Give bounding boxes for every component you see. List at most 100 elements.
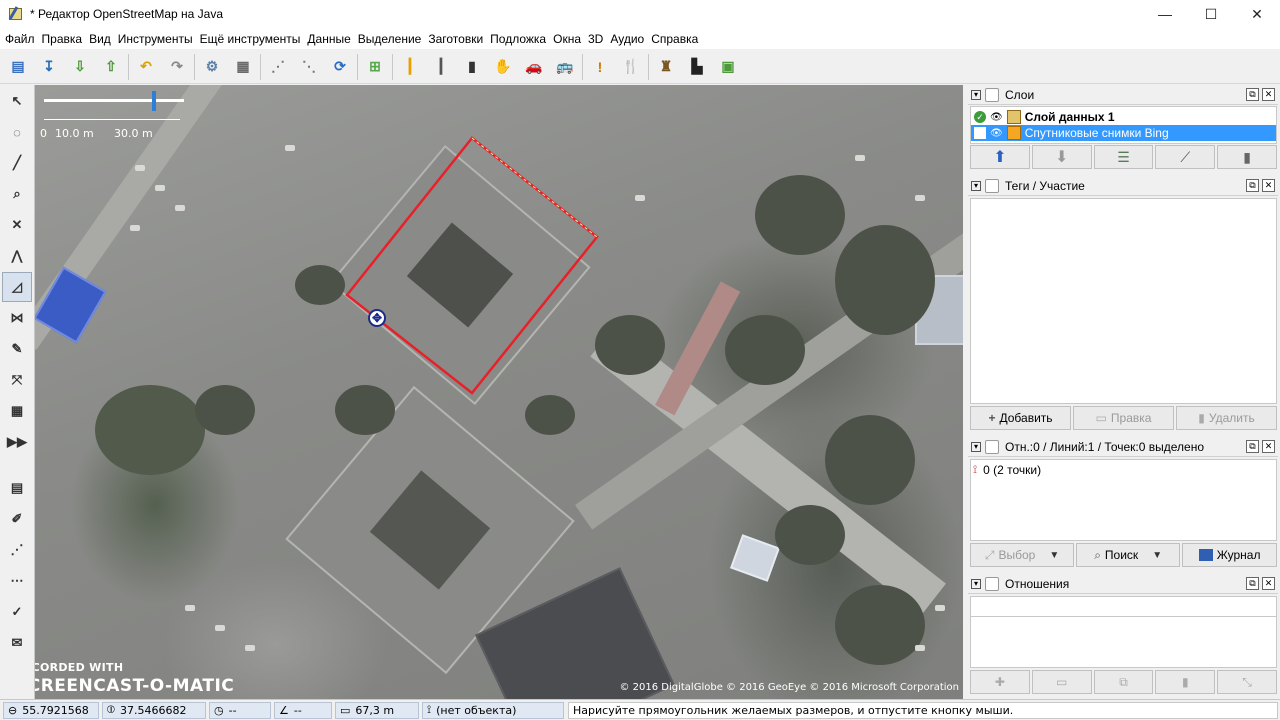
- search-button[interactable]: ⌕ Поиск ▼: [1076, 543, 1181, 567]
- menu-item[interactable]: Вид: [86, 32, 114, 46]
- toggle-visibility-button[interactable]: ⟋: [1155, 145, 1216, 169]
- close-panel-icon[interactable]: ✕: [1262, 577, 1275, 590]
- maximize-button[interactable]: ☐: [1188, 0, 1234, 28]
- zoom-slider-track[interactable]: [44, 99, 184, 102]
- extrude-tool-button[interactable]: ⤧: [2, 365, 32, 395]
- detach-panel-icon[interactable]: ⧉: [1246, 179, 1259, 192]
- more-tools-button[interactable]: ▶▶: [2, 427, 32, 457]
- upload-button[interactable]: ⇧: [97, 53, 125, 81]
- map-view[interactable]: ✥ 0 10.0 m 30.0 m © 2016 DigitalGlobe © …: [35, 85, 963, 699]
- warning-button[interactable]: !: [586, 53, 614, 81]
- pencil-tool-button[interactable]: ✎: [2, 334, 32, 364]
- detach-panel-icon[interactable]: ⧉: [1246, 440, 1259, 453]
- history-button[interactable]: Журнал: [1182, 543, 1277, 567]
- menu-item[interactable]: Файл: [2, 32, 38, 46]
- preset-road-button[interactable]: ┃: [427, 53, 455, 81]
- preferences-map-button[interactable]: ▦: [229, 53, 257, 81]
- move-layer-down-button[interactable]: ⬇: [1031, 145, 1092, 169]
- delete-layer-button[interactable]: ▮: [1217, 145, 1277, 169]
- layers-toggle-button[interactable]: ▤: [2, 473, 32, 503]
- detach-panel-icon[interactable]: ⧉: [1246, 88, 1259, 101]
- relations-panel-header[interactable]: ▾ Отношения ⧉ ✕: [968, 574, 1278, 594]
- car-button[interactable]: 🚗: [520, 53, 548, 81]
- tags-toggle-button[interactable]: ✐: [2, 504, 32, 534]
- edit-relation-button[interactable]: ▭: [1031, 670, 1092, 694]
- menu-item[interactable]: Справка: [648, 32, 701, 46]
- select-relation-members-button[interactable]: ⤡: [1217, 670, 1277, 694]
- menu-item[interactable]: Правка: [39, 32, 86, 46]
- update-data-button[interactable]: ⟳: [326, 53, 354, 81]
- bus-button[interactable]: 🚌: [551, 53, 579, 81]
- grid-tool-button[interactable]: ▦: [2, 396, 32, 426]
- chevron-down-icon[interactable]: ▼: [1049, 550, 1059, 561]
- preferences-button[interactable]: ⚙: [198, 53, 226, 81]
- save-button[interactable]: ↧: [35, 53, 63, 81]
- menu-item[interactable]: Заготовки: [425, 32, 486, 46]
- edit-tag-button[interactable]: ▭ Правка: [1073, 406, 1174, 430]
- activate-layer-button[interactable]: ☰: [1093, 145, 1154, 169]
- panel-collapse-toggle[interactable]: ▾: [971, 89, 981, 100]
- split-tool-button[interactable]: ⋈: [2, 303, 32, 333]
- menu-item[interactable]: Выделение: [355, 32, 425, 46]
- selection-panel-header[interactable]: ▾ Отн.:0 / Линий:1 / Точек:0 выделено ⧉ ✕: [968, 437, 1278, 457]
- layers-panel-header[interactable]: ▾ Слои ⧉ ✕: [968, 85, 1278, 105]
- tags-panel-header[interactable]: ▾ Теги / Участие ⧉ ✕: [968, 176, 1278, 196]
- notes-toggle-button[interactable]: ✉: [2, 628, 32, 658]
- zoom-to-data-button[interactable]: ⊞: [361, 53, 389, 81]
- layer-item[interactable]: ✓ 👁 Слой данных 1: [971, 109, 1276, 125]
- preset-lane-button[interactable]: ▮: [458, 53, 486, 81]
- menu-item[interactable]: Окна: [550, 32, 584, 46]
- zoom-tool-button[interactable]: ⌕: [2, 179, 32, 209]
- close-panel-icon[interactable]: ✕: [1262, 88, 1275, 101]
- close-button[interactable]: ✕: [1234, 0, 1280, 28]
- relations-toggle-button[interactable]: ⋯: [2, 566, 32, 596]
- validator-toggle-button[interactable]: ✓: [2, 597, 32, 627]
- relations-filter[interactable]: [970, 596, 1277, 616]
- close-panel-icon[interactable]: ✕: [1262, 440, 1275, 453]
- panel-collapse-toggle[interactable]: ▾: [971, 180, 981, 191]
- building-button[interactable]: ▣: [714, 53, 742, 81]
- move-layer-up-button[interactable]: ⬆: [970, 145, 1030, 169]
- hand-button[interactable]: ✋: [489, 53, 517, 81]
- minimize-button[interactable]: —: [1142, 0, 1188, 28]
- select-button[interactable]: ⤢ Выбор ▼: [970, 543, 1075, 567]
- preset-highway-button[interactable]: ┃: [396, 53, 424, 81]
- select-tool-button[interactable]: ↖: [2, 86, 32, 116]
- delete-tool-button[interactable]: ✕: [2, 210, 32, 240]
- layer-item[interactable]: 👁 Спутниковые снимки Bing: [971, 125, 1276, 141]
- menu-item[interactable]: Данные: [304, 32, 353, 46]
- close-panel-icon[interactable]: ✕: [1262, 179, 1275, 192]
- new-relation-button[interactable]: ✚: [970, 670, 1030, 694]
- split-way-button[interactable]: ⋱: [295, 53, 323, 81]
- industrial-button[interactable]: ▙: [683, 53, 711, 81]
- panel-collapse-toggle[interactable]: ▾: [971, 578, 981, 589]
- imagery-attribution[interactable]: © 2016 DigitalGlobe © 2016 GeoEye © 2016…: [619, 682, 959, 693]
- selection-toggle-button[interactable]: ⋰: [2, 535, 32, 565]
- chevron-down-icon[interactable]: ▼: [1152, 550, 1162, 561]
- undo-button[interactable]: ↶: [132, 53, 160, 81]
- delete-relation-button[interactable]: ▮: [1155, 670, 1216, 694]
- restaurant-button[interactable]: 🍴: [617, 53, 645, 81]
- lasso-tool-button[interactable]: ◌: [2, 117, 32, 147]
- panel-collapse-toggle[interactable]: ▾: [971, 441, 981, 452]
- add-tag-button[interactable]: + Добавить: [970, 406, 1071, 430]
- layer-visible-icon[interactable]: 👁: [990, 128, 1003, 139]
- draw-tool-button[interactable]: ╱: [2, 148, 32, 178]
- redo-button[interactable]: ↷: [163, 53, 191, 81]
- zoom-slider-handle[interactable]: [152, 91, 156, 111]
- improve-way-tool-button[interactable]: ⋀: [2, 241, 32, 271]
- menu-item[interactable]: Подложка: [487, 32, 549, 46]
- menu-item[interactable]: 3D: [585, 32, 606, 46]
- open-button[interactable]: ▤: [4, 53, 32, 81]
- menu-item[interactable]: Аудио: [607, 32, 647, 46]
- download-button[interactable]: ⇩: [66, 53, 94, 81]
- detach-panel-icon[interactable]: ⧉: [1246, 577, 1259, 590]
- menu-item[interactable]: Ещё инструменты: [197, 32, 304, 46]
- selection-item[interactable]: ⟟ 0 (2 точки): [973, 462, 1274, 478]
- draw-building-tool-button[interactable]: ◿: [2, 272, 32, 302]
- simplify-way-button[interactable]: ⋰: [264, 53, 292, 81]
- duplicate-relation-button[interactable]: ⧉: [1093, 670, 1154, 694]
- castle-button[interactable]: ♜: [652, 53, 680, 81]
- layer-visible-icon[interactable]: 👁: [990, 112, 1003, 123]
- menu-item[interactable]: Инструменты: [115, 32, 196, 46]
